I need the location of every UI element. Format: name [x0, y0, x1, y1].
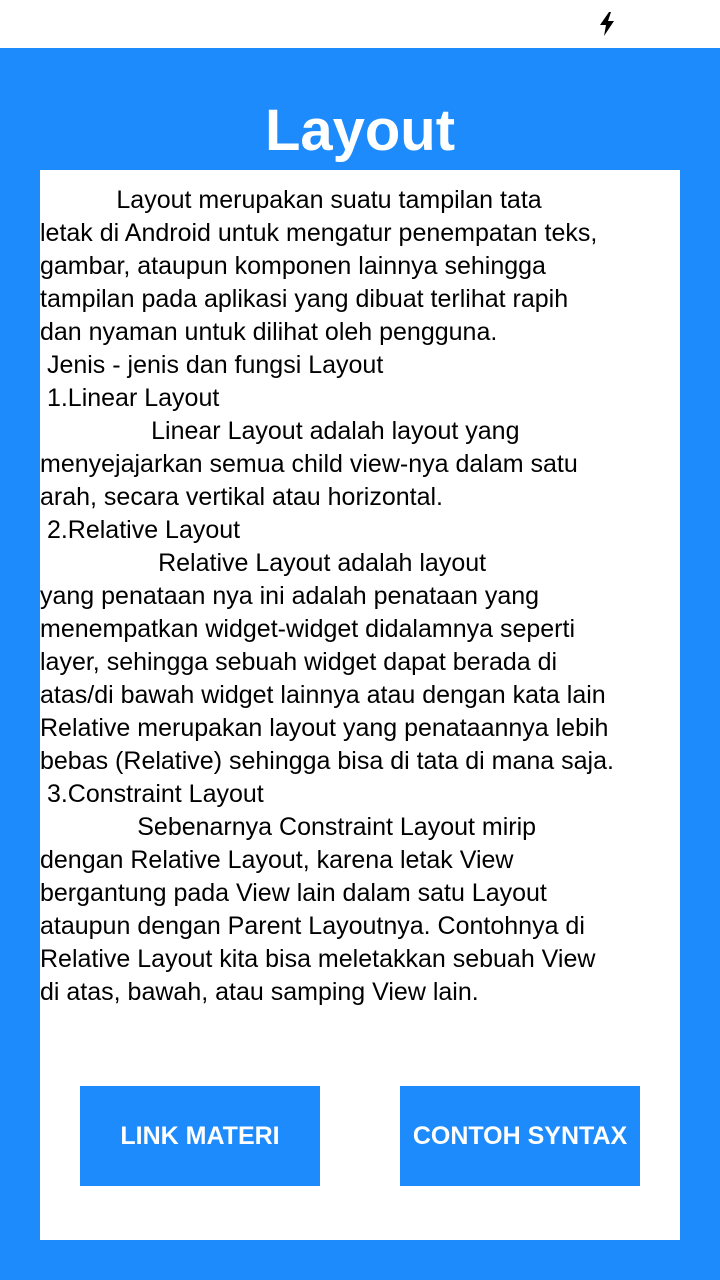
text-line: dan nyaman untuk dilihat oleh pengguna.: [40, 318, 498, 346]
text-line: atas/di bawah widget lainnya atau dengan…: [40, 681, 606, 709]
text-line: Relative merupakan layout yang penataann…: [40, 714, 609, 742]
text-line: 2.Relative Layout: [40, 516, 241, 544]
layout-description: Layout merupakan suatu tampilan tata leta…: [40, 184, 680, 1009]
text-line: Relative Layout kita bisa meletakkan seb…: [40, 945, 596, 973]
text-line: Sebenarnya Constraint Layout mirip: [40, 813, 537, 841]
content-card: Layout merupakan suatu tampilan tata leta…: [40, 170, 680, 1240]
text-line: tampilan pada aplikasi yang dibuat terli…: [40, 285, 569, 313]
text-line: Layout merupakan suatu tampilan tata: [40, 186, 542, 214]
text-line: yang penataan nya ini adalah penataan ya…: [40, 582, 540, 610]
text-line: dengan Relative Layout, karena letak Vie…: [40, 846, 514, 874]
text-line: 3.Constraint Layout: [40, 780, 264, 808]
text-line: bergantung pada View lain dalam satu Lay…: [40, 879, 547, 907]
text-line: Jenis - jenis dan fungsi Layout: [40, 351, 384, 379]
text-line: arah, secara vertikal atau horizontal.: [40, 483, 443, 511]
text-line: di atas, bawah, atau samping View lain.: [40, 978, 479, 1006]
text-line: Linear Layout adalah layout yang: [40, 417, 520, 445]
text-line: Relative Layout adalah layout: [40, 549, 487, 577]
text-line: ataupun dengan Parent Layoutnya. Contohn…: [40, 912, 585, 940]
text-line: menyejajarkan semua child view-nya dalam…: [40, 450, 578, 478]
status-bar: [0, 0, 720, 48]
contoh-syntax-button[interactable]: CONTOH SYNTAX: [400, 1086, 640, 1186]
text-line: gambar, ataupun komponen lainnya sehingg…: [40, 252, 546, 280]
link-materi-button[interactable]: LINK MATERI: [80, 1086, 320, 1186]
text-line: bebas (Relative) sehingga bisa di tata d…: [40, 747, 614, 775]
flash-icon: [600, 12, 614, 36]
text-line: 1.Linear Layout: [40, 384, 220, 412]
page-title: Layout: [264, 98, 456, 163]
text-line: menempatkan widget-widget didalamnya sep…: [40, 615, 576, 643]
text-line: layer, sehingga sebuah widget dapat bera…: [40, 648, 558, 676]
text-line: letak di Android untuk mengatur penempat…: [40, 219, 598, 247]
